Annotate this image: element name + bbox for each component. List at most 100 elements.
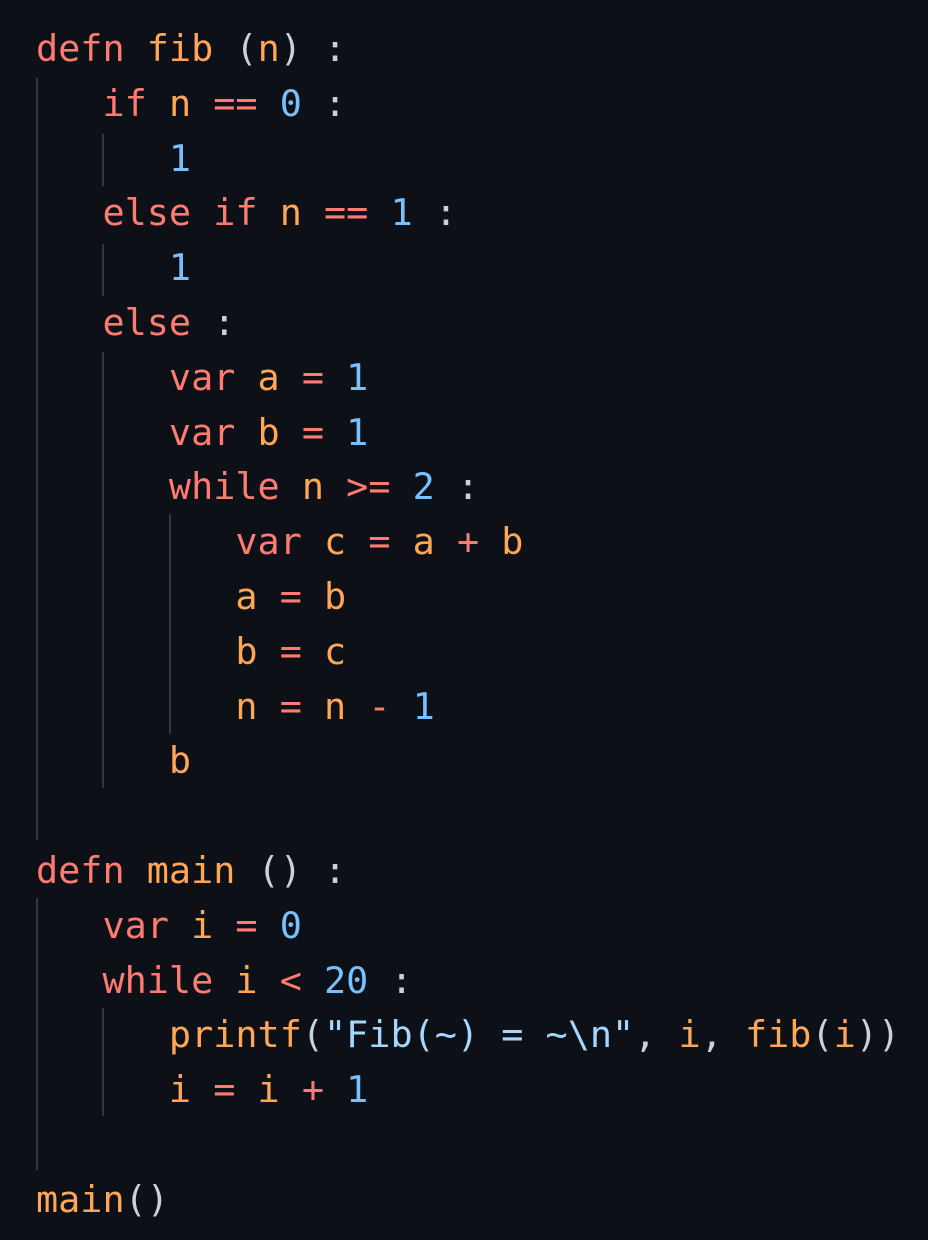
token-whitespace bbox=[258, 904, 280, 947]
token-whitespace bbox=[390, 685, 412, 728]
code-line: defn fib (n) : bbox=[36, 22, 900, 77]
token-keyword: = bbox=[301, 410, 325, 454]
token-punctuation: () bbox=[124, 1177, 169, 1221]
token-identifier: i bbox=[833, 1013, 856, 1057]
code-line: printf("Fib(~) = ~\n", i, fib(i)) bbox=[36, 1008, 900, 1063]
token-identifier: fib bbox=[146, 27, 214, 70]
token-keyword: = bbox=[301, 355, 325, 399]
code-line: 1 bbox=[36, 132, 900, 187]
token-keyword: = bbox=[235, 903, 258, 947]
token-whitespace bbox=[302, 575, 324, 618]
token-number-literal: 2 bbox=[412, 465, 435, 509]
token-number-literal: 0 bbox=[279, 903, 302, 947]
token-whitespace bbox=[346, 520, 368, 563]
token-number-literal: 1 bbox=[346, 355, 369, 399]
token-whitespace bbox=[368, 191, 390, 234]
token-string-literal: "Fib(~) = ~\n" bbox=[324, 1013, 635, 1057]
token-punctuation: : bbox=[324, 81, 347, 125]
token-keyword: + bbox=[301, 1068, 325, 1112]
token-whitespace bbox=[235, 1068, 257, 1111]
token-identifier: a bbox=[235, 574, 258, 618]
token-whitespace bbox=[723, 1013, 745, 1056]
code-line: if n == 0 : bbox=[36, 77, 900, 132]
token-number-literal: 1 bbox=[346, 1068, 369, 1112]
token-identifier: i bbox=[235, 958, 258, 1002]
token-whitespace bbox=[302, 959, 324, 1002]
token-keyword: while bbox=[168, 465, 280, 509]
code-line: var i = 0 bbox=[36, 899, 900, 954]
token-keyword: < bbox=[279, 958, 302, 1002]
token-identifier: a bbox=[412, 520, 435, 564]
token-keyword: else bbox=[102, 300, 192, 344]
code-line: n = n - 1 bbox=[36, 680, 900, 735]
code-line: b bbox=[36, 734, 900, 789]
code-line: var b = 1 bbox=[36, 406, 900, 461]
token-keyword: defn bbox=[36, 27, 125, 70]
token-keyword: var bbox=[102, 903, 169, 947]
token-keyword: defn bbox=[36, 848, 125, 892]
token-identifier: b bbox=[168, 739, 192, 783]
token-identifier: n bbox=[279, 191, 302, 235]
token-whitespace bbox=[302, 849, 324, 892]
token-punctuation: ) bbox=[279, 27, 302, 70]
token-identifier: n bbox=[235, 684, 258, 728]
token-punctuation: : bbox=[434, 191, 457, 235]
code-line: main() bbox=[36, 1173, 900, 1228]
token-whitespace bbox=[125, 27, 147, 70]
code-line: 1 bbox=[36, 241, 900, 296]
code-line: else : bbox=[36, 296, 900, 351]
token-keyword: while bbox=[102, 958, 214, 1002]
token-whitespace bbox=[324, 1068, 346, 1111]
token-whitespace bbox=[324, 411, 346, 454]
token-identifier: i bbox=[257, 1068, 280, 1112]
token-number-literal: 1 bbox=[168, 246, 192, 290]
token-keyword: if bbox=[102, 81, 147, 125]
token-whitespace bbox=[213, 904, 235, 947]
token-whitespace bbox=[280, 465, 302, 508]
token-punctuation: : bbox=[324, 848, 347, 892]
token-whitespace bbox=[280, 356, 302, 399]
token-whitespace bbox=[390, 465, 412, 508]
token-whitespace bbox=[213, 959, 235, 1002]
token-whitespace bbox=[302, 685, 324, 728]
token-whitespace bbox=[235, 356, 257, 399]
token-whitespace bbox=[302, 82, 324, 125]
token-punctuation: : bbox=[390, 958, 413, 1002]
code-editor: defn fib (n) : if n == 0 : 1 else if n =… bbox=[0, 0, 928, 1240]
token-punctuation: ( bbox=[811, 1013, 834, 1057]
token-whitespace bbox=[235, 849, 257, 892]
token-keyword: = bbox=[213, 1068, 236, 1112]
code-line: while i < 20 : bbox=[36, 954, 900, 1009]
token-identifier: b bbox=[235, 629, 258, 673]
token-whitespace bbox=[258, 630, 280, 673]
token-whitespace bbox=[324, 465, 346, 508]
token-punctuation: : bbox=[324, 27, 347, 70]
token-whitespace bbox=[169, 904, 191, 947]
token-keyword: = bbox=[279, 629, 302, 673]
token-whitespace bbox=[435, 465, 457, 508]
token-whitespace bbox=[368, 959, 390, 1002]
token-keyword: else bbox=[102, 191, 192, 235]
token-keyword: if bbox=[213, 191, 258, 235]
token-identifier: n bbox=[257, 27, 280, 70]
token-whitespace bbox=[390, 520, 412, 563]
code-line: while n >= 2 : bbox=[36, 460, 900, 515]
token-whitespace bbox=[479, 520, 501, 563]
token-whitespace bbox=[280, 1068, 302, 1111]
token-whitespace bbox=[258, 685, 280, 728]
token-whitespace bbox=[413, 191, 435, 234]
token-identifier: n bbox=[168, 81, 192, 125]
code-line: else if n == 1 : bbox=[36, 186, 900, 241]
token-keyword: >= bbox=[346, 465, 391, 509]
token-whitespace bbox=[280, 411, 302, 454]
token-whitespace bbox=[125, 849, 147, 892]
